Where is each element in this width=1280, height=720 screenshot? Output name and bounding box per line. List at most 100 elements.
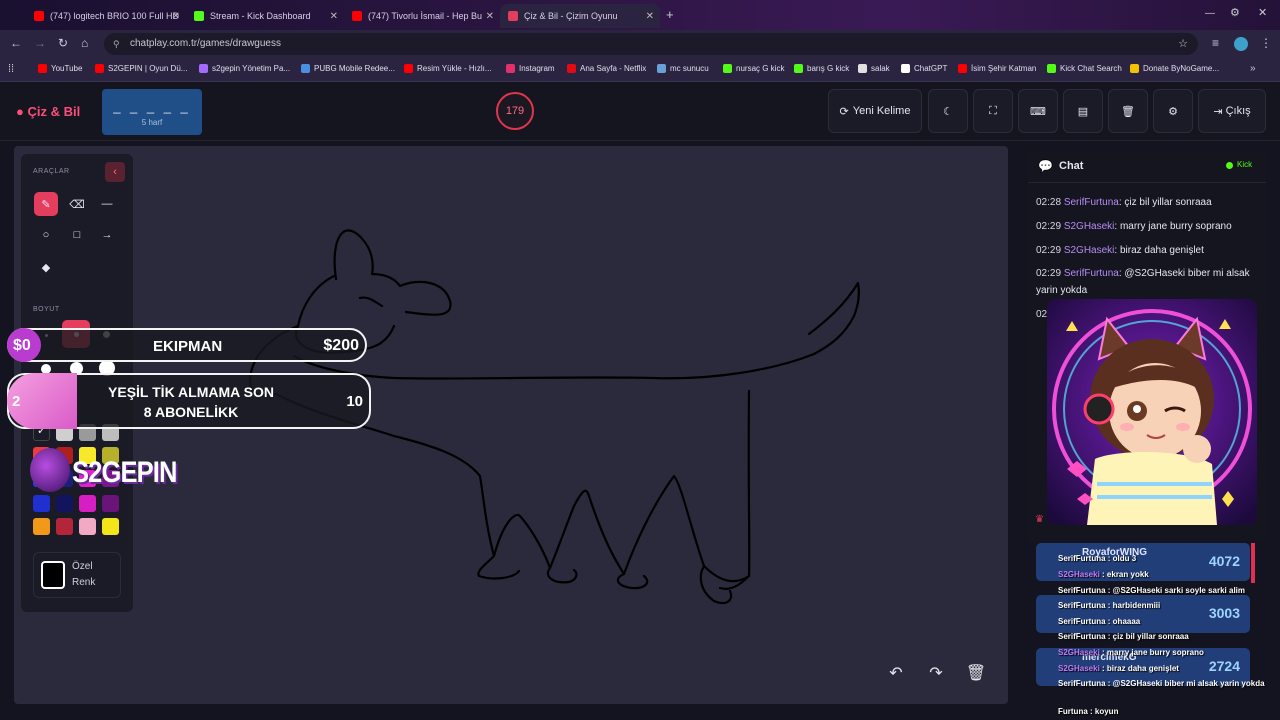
circle-tool[interactable]: ○: [34, 223, 58, 247]
url-field[interactable]: ⚲ chatplay.com.tr/games/drawguess ☆: [104, 33, 1198, 55]
fill-tool[interactable]: ◆: [34, 255, 58, 279]
undo-button[interactable]: ↶: [878, 655, 914, 691]
bookmark-star-icon[interactable]: ☆: [1178, 33, 1188, 55]
new-tab-icon[interactable]: +: [666, 7, 674, 22]
profile-avatar[interactable]: [1234, 37, 1248, 51]
color-swatch[interactable]: [56, 495, 73, 512]
overlay-user: SerifFurtuna: [1058, 679, 1106, 688]
message-time: 02:29: [1036, 268, 1062, 279]
bookmark[interactable]: nursaç G kick: [723, 64, 784, 73]
close-tab-icon[interactable]: ✕: [172, 11, 180, 22]
more-bookmarks-icon[interactable]: »: [1250, 63, 1256, 74]
overlay-text: ekran yokk: [1106, 570, 1149, 579]
message-user[interactable]: SerifFurtuna: [1064, 268, 1119, 279]
color-swatch[interactable]: [33, 495, 50, 512]
bookmark[interactable]: Resim Yükle - Hızlı...: [404, 64, 492, 73]
downloads-icon[interactable]: ≡: [1212, 36, 1219, 50]
bookmark-favicon: [958, 64, 967, 73]
chat-message: 02:29 SerifFurtuna: @S2GHaseki biber mi …: [1036, 268, 1250, 296]
site-info-icon[interactable]: ⚲: [113, 33, 120, 55]
bookmark[interactable]: ChatGPT: [901, 64, 947, 73]
color-swatch[interactable]: [79, 495, 96, 512]
close-tab-icon[interactable]: ✕: [646, 11, 654, 22]
keyboard-button[interactable]: ⌨: [1018, 89, 1058, 133]
overlay-chat-message: SerifFurtuna : oldu 3: [1058, 554, 1137, 563]
close-window-icon[interactable]: ✕: [1258, 6, 1267, 19]
brush-tool[interactable]: ✎: [34, 192, 58, 216]
bookmark[interactable]: PUBG Mobile Redee...: [301, 64, 395, 73]
menu-icon[interactable]: ⋮: [1260, 36, 1272, 50]
message-time: 02:28: [1036, 197, 1062, 208]
arrow-right-icon: →: [101, 229, 113, 241]
bookmark[interactable]: İsim Şehir Katman: [958, 64, 1036, 73]
settings-button[interactable]: ⚙: [1153, 89, 1193, 133]
tab-title: Çiz & Bil - Çizim Oyunu: [524, 11, 618, 21]
bookmark[interactable]: Donate ByNoGame...: [1130, 64, 1219, 73]
eraser-tool[interactable]: ⌫: [65, 192, 89, 216]
home-icon[interactable]: ⌂: [81, 36, 88, 50]
browser-tab[interactable]: Stream - Kick Dashboard ✕: [186, 4, 344, 28]
redo-button[interactable]: ↷: [918, 655, 954, 691]
minimize-icon[interactable]: —: [1205, 8, 1215, 19]
tab-title: Stream - Kick Dashboard: [210, 11, 311, 21]
color-swatch[interactable]: [102, 495, 119, 512]
collapse-panel-button[interactable]: ‹: [105, 162, 125, 182]
browser-tab[interactable]: (747) Tivorlu İsmail - Hep Bu ✕: [344, 4, 500, 28]
refresh-icon: ⟳: [839, 105, 849, 118]
forward-icon[interactable]: →: [34, 36, 46, 50]
bookmark-favicon: [794, 64, 803, 73]
message-text: marry jane burry soprano: [1119, 221, 1232, 232]
bookmark[interactable]: Ana Sayfa - Netflix: [567, 64, 646, 73]
archive-button[interactable]: ▤: [1063, 89, 1103, 133]
back-icon[interactable]: ←: [10, 36, 22, 50]
bookmark[interactable]: barış G kick: [794, 64, 849, 73]
bookmark-favicon: [1047, 64, 1056, 73]
bookmark[interactable]: Kick Chat Search: [1047, 64, 1122, 73]
message-text: çiz bil yillar sonraaa: [1124, 197, 1212, 208]
theme-toggle-button[interactable]: ☾: [928, 89, 968, 133]
rectangle-tool[interactable]: □: [65, 223, 89, 247]
bookmark-favicon: [567, 64, 576, 73]
exit-button[interactable]: ⇥ Çıkış: [1198, 89, 1266, 133]
brand-logo-icon: [30, 448, 70, 492]
overlay-chat-message: SerifFurtuna : çiz bil yillar sonraaa: [1058, 632, 1189, 641]
bookmark[interactable]: Instagram: [506, 64, 555, 73]
message-user[interactable]: S2GHaseki: [1064, 221, 1115, 232]
chat-message: 02:28 SerifFurtuna: çiz bil yillar sonra…: [1036, 197, 1212, 208]
message-user[interactable]: S2GHaseki: [1064, 245, 1115, 256]
message-user[interactable]: SerifFurtuna: [1064, 197, 1119, 208]
apps-grid-icon[interactable]: ⁞⁞: [8, 63, 14, 75]
reload-icon[interactable]: ↻: [58, 36, 68, 50]
bookmark[interactable]: s2gepin Yönetim Pa...: [199, 64, 290, 73]
bookmark-favicon: [95, 64, 104, 73]
delete-button[interactable]: 🗑: [1108, 89, 1148, 133]
browser-tab-active[interactable]: Çiz & Bil - Çizim Oyunu ✕: [500, 4, 660, 28]
arrow-tool[interactable]: →: [95, 223, 119, 247]
app-logo[interactable]: ● Çiz & Bil: [16, 104, 80, 119]
brand-watermark: S2GEPIN: [72, 456, 177, 489]
fullscreen-button[interactable]: ⛶: [973, 89, 1013, 133]
overlay-text: biraz daha genişlet: [1106, 664, 1179, 673]
clear-canvas-button[interactable]: 🗑: [958, 655, 994, 691]
settings-icon[interactable]: ⚙: [1230, 6, 1240, 19]
bookmark[interactable]: mc sunucu: [657, 64, 709, 73]
color-swatch[interactable]: [33, 518, 50, 535]
chat-title: Chat: [1059, 160, 1084, 172]
new-word-button[interactable]: ⟳ Yeni Kelime: [828, 89, 922, 133]
bookmark[interactable]: salak: [858, 64, 890, 73]
bookmark[interactable]: S2GEPIN | Oyun Dü...: [95, 64, 187, 73]
color-swatch[interactable]: [102, 518, 119, 535]
overlay-user: S2GHaseki: [1058, 664, 1100, 673]
close-tab-icon[interactable]: ✕: [330, 11, 338, 22]
color-swatch[interactable]: [56, 518, 73, 535]
chevron-left-icon: ‹: [113, 166, 117, 178]
custom-color-button[interactable]: Özel Renk: [33, 552, 121, 598]
bookmark-label: PUBG Mobile Redee...: [314, 64, 395, 73]
close-tab-icon[interactable]: ✕: [486, 11, 494, 22]
color-swatch[interactable]: [79, 518, 96, 535]
browser-tab[interactable]: (747) logitech BRIO 100 Full HD ✕: [26, 4, 186, 28]
bookmark-label: Ana Sayfa - Netflix: [580, 64, 647, 73]
bookmark[interactable]: YouTube: [38, 64, 82, 73]
overlay-user: SerifFurtuna: [1058, 601, 1106, 610]
line-tool[interactable]: —: [95, 192, 119, 216]
